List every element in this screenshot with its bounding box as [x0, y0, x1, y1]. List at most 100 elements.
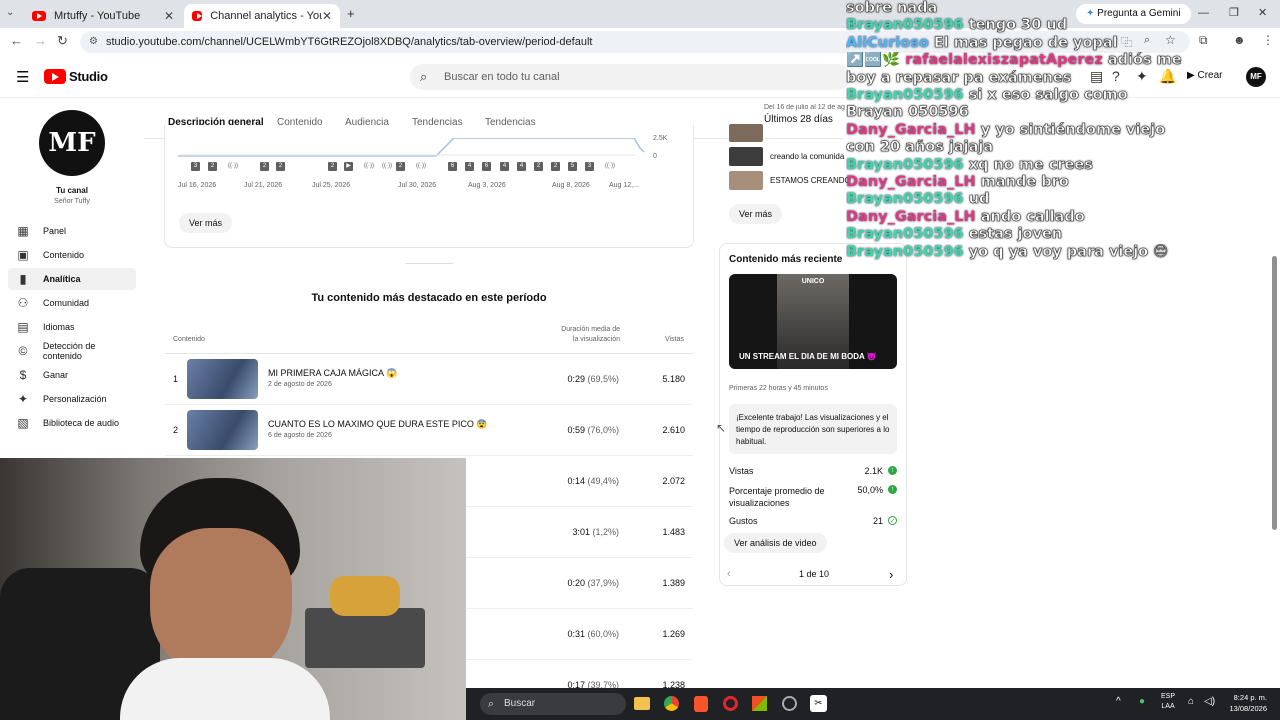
back-arrow-icon[interactable]: ← — [10, 33, 23, 48]
video-thumbnail[interactable] — [729, 147, 763, 166]
browser-tab-mrtuffy[interactable]: Mrtuffy - YouTube ✕ — [24, 4, 182, 28]
upload-count-marker[interactable]: 2 — [276, 162, 285, 171]
chat-message: Dany_Garcia_LH mande bro — [846, 174, 1280, 191]
chat-message: Brayan050596 yo q ya voy para viejo 😔 — [846, 244, 1280, 261]
close-tab-icon[interactable]: ✕ — [322, 9, 332, 23]
capcut-icon[interactable]: ✂ — [810, 695, 827, 712]
views-chart-line — [178, 138, 645, 157]
taskbar-search-input[interactable]: ⌕ Buscar — [480, 693, 626, 715]
video-thumbnail[interactable] — [187, 359, 258, 399]
video-title[interactable]: MI PRIMERA CAJA MÁGICA 😱 — [268, 368, 397, 379]
chat-message: ↗️🆒🌿 rafaelalexiszapatAperez adiós me — [846, 52, 1280, 69]
video-title[interactable]: CUANTO ES LO MAXIMO QUE DURA ESTE PICO 😨 — [268, 419, 488, 430]
thumbnail-caption: UN STREAM EL DIA DE MI BODA 😈 — [739, 352, 877, 361]
sidebar-item-audio-library[interactable]: ▧ Biblioteca de audio — [8, 412, 136, 434]
upload-count-marker[interactable]: 4 — [465, 162, 474, 171]
chat-text: xq no me crees — [968, 156, 1093, 173]
show-hidden-icons-chevron[interactable]: ^ — [1116, 696, 1121, 707]
upload-count-marker[interactable]: 4 — [517, 162, 526, 171]
studio-logo[interactable]: Studio — [44, 69, 108, 84]
sidebar-item-content-detection[interactable]: © Detección de contenido — [8, 340, 136, 362]
sidebar-item-panel[interactable]: ▦ Panel — [8, 220, 136, 242]
chat-text: estas joven — [968, 226, 1063, 243]
see-more-button[interactable]: Ver más — [729, 204, 783, 224]
chat-text: adiós me — [1107, 52, 1182, 69]
next-page-icon[interactable]: › — [889, 567, 893, 582]
upload-count-marker[interactable]: 2 — [328, 162, 337, 171]
video-thumbnail[interactable] — [187, 410, 258, 450]
upload-count-marker[interactable]: 3 — [585, 162, 594, 171]
sidebar-item-earn[interactable]: $ Ganar — [8, 364, 136, 386]
view-video-analytics-button[interactable]: Ver análisis de video — [724, 533, 827, 553]
hamburger-menu-icon[interactable]: ☰ — [16, 68, 29, 86]
stat-value: 50,0% — [857, 485, 883, 495]
chat-username: Brayan050596 — [846, 87, 964, 104]
browser-tab-analytics[interactable]: Channel analytics - YouTube St ✕ — [184, 4, 340, 28]
upload-count-marker[interactable]: 6 — [482, 162, 491, 171]
chrome-icon[interactable] — [664, 696, 679, 711]
sidebar-item-customization[interactable]: ✦ Personalización — [8, 388, 136, 410]
file-explorer-icon[interactable] — [634, 697, 650, 710]
chat-text: si x eso salgo como — [968, 87, 1128, 104]
volume-icon[interactable]: ◁) — [1204, 696, 1215, 707]
video-thumbnail[interactable] — [729, 171, 763, 190]
sidebar-item-analytics[interactable]: ▮ Analítica — [8, 268, 136, 290]
upload-count-marker[interactable]: 3 — [191, 162, 200, 171]
upload-count-marker[interactable]: 2 — [260, 162, 269, 171]
network-icon[interactable]: ⌂ — [1188, 696, 1194, 707]
upload-count-marker[interactable]: 5 — [568, 162, 577, 171]
upload-count-marker[interactable]: 2 — [208, 162, 217, 171]
video-thumbnail[interactable] — [729, 124, 763, 142]
page-scrollbar[interactable] — [1272, 256, 1277, 530]
video-marker-icon[interactable]: ▶ — [344, 162, 353, 171]
duration-percent: (60,0%) — [587, 629, 619, 639]
live-stream-marker-icon[interactable]: ((·)) — [603, 162, 617, 171]
period-selector[interactable]: Últimos 28 días — [764, 114, 833, 125]
opera-icon[interactable] — [723, 696, 738, 711]
content-icon: ▣ — [17, 248, 29, 262]
table-row[interactable]: 1 MI PRIMERA CAJA MÁGICA 😱 2 de agosto de … — [165, 354, 693, 405]
sidebar-item-label: Panel — [43, 226, 67, 236]
forward-arrow-icon[interactable]: → — [34, 33, 47, 48]
sidebar-item-community[interactable]: ⚇ Comunidad — [8, 292, 136, 314]
microphone-icon[interactable]: ● — [1139, 696, 1145, 707]
latest-video-thumbnail[interactable]: UNICO UN STREAM EL DIA DE MI BODA 😈 — [729, 274, 897, 369]
clock[interactable]: 8:24 p. m. 13/08/2026 — [1223, 692, 1267, 714]
upload-count-marker[interactable]: 2 — [551, 162, 560, 171]
chat-username: Dany_Garcia_LH — [846, 121, 976, 138]
tab-list-chevron-icon[interactable]: ⌄ — [6, 7, 14, 18]
chat-message: Dany_Garcia_LH ando callado — [846, 209, 1280, 226]
see-more-button[interactable]: Ver más — [179, 213, 233, 233]
live-stream-marker-icon[interactable]: ((·)) — [362, 162, 376, 171]
new-tab-button[interactable]: + — [347, 6, 355, 21]
obs-icon[interactable] — [782, 696, 797, 711]
store-icon[interactable] — [752, 696, 767, 711]
channel-search-input[interactable]: ⌕ Buscar en todo tu canal — [410, 64, 850, 90]
chat-message: AliCurioso El mas pegao de yopal — [846, 35, 1280, 52]
content-list-item[interactable]: creando la comunida — [770, 152, 844, 161]
sidebar-item-languages[interactable]: ▤ Idiomas — [8, 316, 136, 338]
upload-count-marker[interactable]: 4 — [500, 162, 509, 171]
chat-username: rafaelalexiszapatAperez — [905, 52, 1103, 69]
sidebar-item-content[interactable]: ▣ Contenido — [8, 244, 136, 266]
period-caption: Del 16 de julio al 12 de ag — [764, 104, 845, 111]
live-stream-marker-icon[interactable]: ((·)) — [414, 162, 428, 171]
upload-count-marker[interactable]: 6 — [448, 162, 457, 171]
chat-message: Dany_Garcia_LH y yo sintiéndome viejo — [846, 122, 1280, 139]
chat-username: AliCurioso — [846, 34, 929, 51]
site-info-icon[interactable]: ⚙ — [89, 31, 98, 53]
brave-icon[interactable] — [694, 696, 708, 712]
previous-page-icon[interactable]: ‹ — [727, 568, 731, 580]
row-rank: 2 — [173, 425, 179, 435]
input-language-indicator[interactable]: ESP LAA — [1161, 692, 1175, 712]
reload-icon[interactable]: ↻ — [57, 33, 68, 49]
table-row[interactable]: 2 CUANTO ES LO MAXIMO QUE DURA ESTE PICO … — [165, 405, 693, 456]
close-tab-icon[interactable]: ✕ — [164, 9, 174, 23]
upload-count-marker[interactable]: 2 — [534, 162, 543, 171]
y-axis-top-label: 2.5K — [653, 135, 668, 142]
live-stream-marker-icon[interactable]: ((·)) — [380, 162, 394, 171]
content-list-item[interactable]: ESTAMOS CREANDO — [770, 176, 851, 185]
channel-avatar[interactable]: MF — [39, 110, 105, 176]
live-stream-marker-icon[interactable]: ((·)) — [226, 162, 240, 171]
upload-count-marker[interactable]: 2 — [396, 162, 405, 171]
